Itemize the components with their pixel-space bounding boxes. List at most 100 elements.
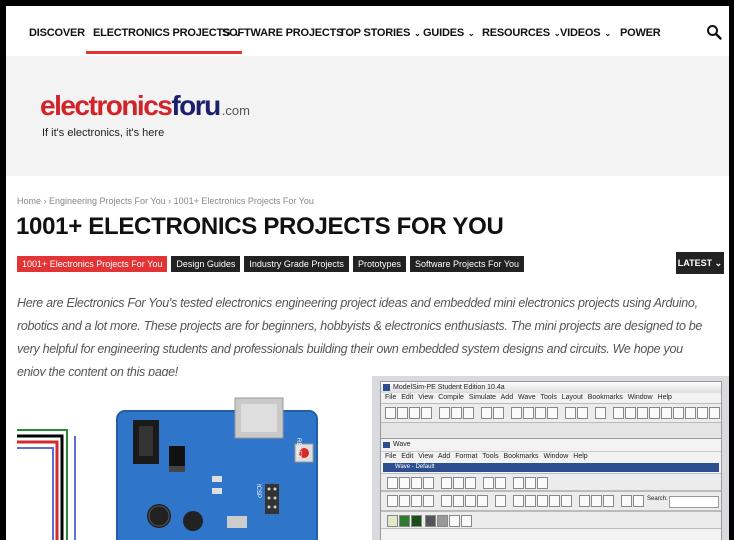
toolbar-button (697, 407, 708, 419)
svg-text:RESET: RESET (295, 438, 301, 458)
wave-window: Wave File Edit View Add Format Tools Boo… (381, 438, 721, 540)
toolbar-button (423, 495, 434, 507)
main-nav: DISCOVER ELECTRONICS PROJECTS ⌄ SOFTWARE … (6, 6, 729, 56)
search-icon[interactable] (706, 24, 722, 40)
toolbar-button (437, 515, 448, 527)
toolbar-button (463, 407, 474, 419)
app-icon (383, 384, 390, 391)
sort-latest-dropdown[interactable]: LATEST ⌄ (676, 252, 724, 274)
toolbar-button (637, 407, 648, 419)
toolbar-button (525, 495, 536, 507)
wave-toolbar-2: Search: (381, 491, 721, 511)
toolbar-button (523, 407, 534, 419)
tag-design-guides[interactable]: Design Guides (171, 256, 241, 272)
toolbar-button (511, 407, 522, 419)
logo-wordmark: electronicsforu .com (40, 92, 250, 125)
toolbar-button (465, 477, 476, 489)
toolbar-button (685, 407, 696, 419)
toolbar-button (399, 515, 410, 527)
modelsim-titlebar: ModelSim-PE Student Edition 10.4a (381, 382, 721, 393)
nav-item-label: VIDEOS (560, 27, 601, 39)
toolbar-button (453, 477, 464, 489)
nav-item-discover[interactable]: DISCOVER (29, 27, 85, 39)
tag-industry-grade-projects[interactable]: Industry Grade Projects (244, 256, 349, 272)
page-frame: DISCOVER ELECTRONICS PROJECTS ⌄ SOFTWARE … (6, 6, 729, 540)
toolbar-button (387, 515, 398, 527)
wave-window-title: Wave (393, 441, 411, 448)
toolbar-button (397, 407, 408, 419)
page-title: 1001+ ELECTRONICS PROJECTS FOR YOU (16, 213, 504, 240)
modelsim-toolbar (381, 403, 721, 423)
project-thumbnail-modelsim[interactable]: ModelSim-PE Student Edition 10.4a File E… (372, 376, 729, 540)
toolbar-button (387, 477, 398, 489)
toolbar-button (411, 515, 422, 527)
toolbar-button (483, 477, 494, 489)
toolbar-button (549, 495, 560, 507)
toolbar-button (411, 495, 422, 507)
toolbar-button (421, 407, 432, 419)
toolbar-button (525, 477, 536, 489)
modelsim-window-title: ModelSim-PE Student Edition 10.4a (393, 384, 505, 391)
project-thumbnail-arduino[interactable]: RESET ICSP (17, 376, 354, 540)
logo-part-foru: foru (171, 90, 221, 121)
toolbar-button (495, 495, 506, 507)
tag-software-projects[interactable]: Software Projects For You (409, 256, 525, 272)
toolbar-button (387, 495, 398, 507)
toolbar-button (595, 407, 606, 419)
toolbar-button (709, 407, 720, 419)
nav-item-resources[interactable]: RESOURCES ⌄ (482, 27, 561, 39)
toolbar-button (621, 495, 632, 507)
logo-part-electronics: electronics (40, 90, 173, 121)
wave-toolbar-1 (381, 473, 721, 491)
wave-icon (383, 442, 390, 448)
toolbar-button (577, 407, 588, 419)
logo-tagline: If it's electronics, it's here (42, 127, 165, 139)
breadcrumb[interactable]: Home › Engineering Projects For You › 10… (17, 196, 314, 206)
toolbar-button (561, 495, 572, 507)
modelsim-window: ModelSim-PE Student Edition 10.4a File E… (380, 381, 722, 540)
category-tags: 1001+ Electronics Projects For You Desig… (17, 256, 528, 272)
toolbar-button (513, 495, 524, 507)
toolbar-button (451, 407, 462, 419)
header-banner: electronicsforu .com If it's electronics,… (6, 56, 729, 176)
nav-item-label: POWER (620, 27, 661, 39)
wave-titlebar: Wave (381, 439, 721, 451)
search-label: Search: (647, 496, 668, 502)
toolbar-button (453, 495, 464, 507)
toolbar-button (613, 407, 624, 419)
svg-text:ICSP: ICSP (255, 484, 261, 498)
logo-suffix: .com (221, 103, 250, 118)
nav-item-label: DISCOVER (29, 27, 85, 39)
toolbar-button (399, 477, 410, 489)
tag-prototypes[interactable]: Prototypes (352, 256, 406, 272)
nav-item-videos[interactable]: VIDEOS ⌄ (560, 27, 611, 39)
toolbar-button (399, 495, 410, 507)
toolbar-button (493, 407, 504, 419)
nav-item-label: SOFTWARE PROJECTS (222, 27, 344, 39)
chevron-down-icon: ⌄ (714, 258, 723, 268)
toolbar-button (441, 495, 452, 507)
toolbar-button (439, 407, 450, 419)
chevron-down-icon: ⌄ (604, 29, 611, 38)
toolbar-button (425, 515, 436, 527)
chevron-down-icon: ⌄ (467, 29, 475, 38)
page-intro: Here are Electronics For You's tested el… (17, 296, 703, 379)
tag-electronics-projects[interactable]: 1001+ Electronics Projects For You (17, 256, 168, 272)
modelsim-menubar: File Edit View Compile Simulate Add Wave… (381, 393, 721, 403)
toolbar-button (537, 495, 548, 507)
toolbar-button (385, 407, 396, 419)
site-logo[interactable]: electronicsforu .com If it's electronics,… (40, 92, 250, 140)
nav-item-power[interactable]: POWER (620, 27, 661, 39)
nav-item-top-stories[interactable]: TOP STORIES ⌄ (339, 27, 421, 39)
nav-item-label: TOP STORIES (339, 27, 411, 39)
toolbar-button (461, 515, 472, 527)
nav-item-guides[interactable]: GUIDES ⌄ (423, 27, 475, 39)
nav-item-label: GUIDES (423, 27, 464, 39)
toolbar-button (625, 407, 636, 419)
nav-item-software-projects[interactable]: SOFTWARE PROJECTS ⌄ (222, 27, 354, 39)
toolbar-button (579, 495, 590, 507)
wave-default-bar: Wave - Default (383, 463, 719, 472)
toolbar-button (591, 495, 602, 507)
nav-item-electronics-projects[interactable]: ELECTRONICS PROJECTS ⌄ (93, 27, 241, 39)
toolbar-button (649, 407, 660, 419)
